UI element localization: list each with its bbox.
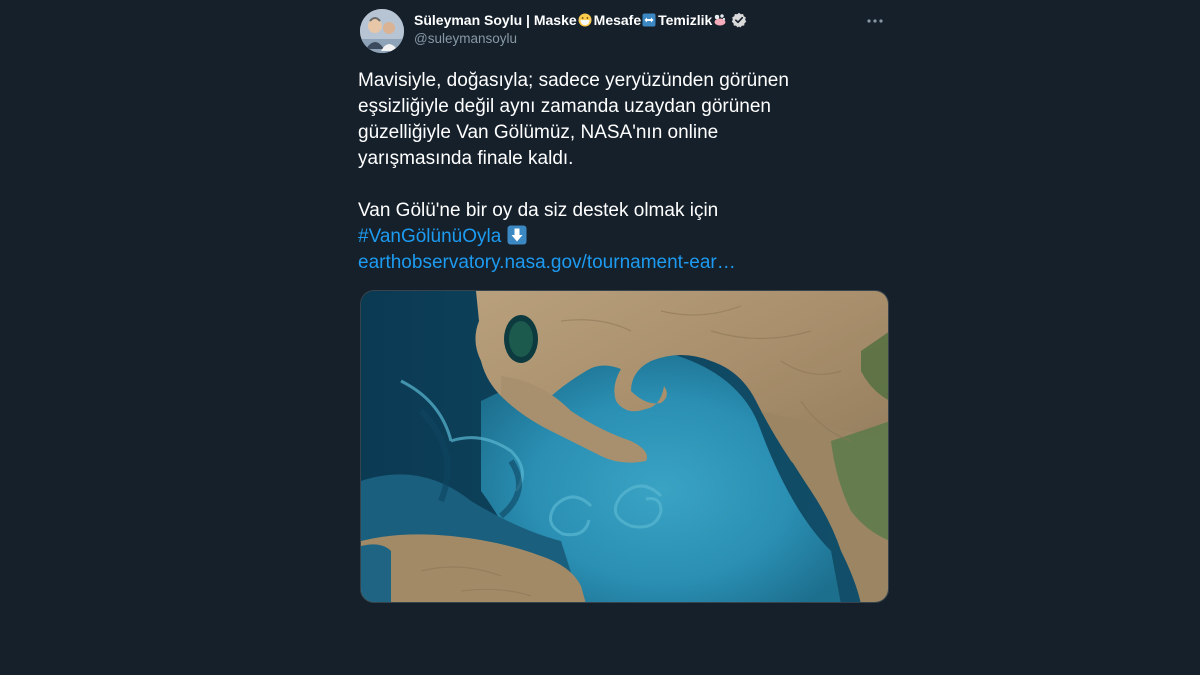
soap-bubbles-emoji	[713, 13, 727, 27]
paragraph-break	[358, 172, 890, 198]
tweet-text-line: Mavisiyle, doğasıyla; sadece yeryüzünden…	[358, 70, 789, 91]
hashtag-link[interactable]: #VanGölünüOyla	[358, 226, 501, 247]
tweet-screen: Süleyman Soylu | Maske Mesafe Temizlik @…	[0, 0, 1200, 675]
name-line[interactable]: Süleyman Soylu | Maske Mesafe Temizlik	[414, 10, 850, 30]
more-options-button[interactable]	[862, 8, 888, 34]
display-name-part-2[interactable]: Mesafe	[594, 12, 641, 28]
tweet-header: Süleyman Soylu | Maske Mesafe Temizlik @…	[358, 6, 890, 58]
user-handle[interactable]: @suleymansoylu	[414, 31, 850, 46]
verified-badge-icon	[731, 12, 747, 28]
user-block: Süleyman Soylu | Maske Mesafe Temizlik @…	[414, 10, 850, 46]
more-options-icon	[867, 19, 883, 23]
url-line: earthobservatory.nasa.gov/tournament-ear…	[358, 250, 890, 276]
tweet-media-image[interactable]	[360, 290, 889, 603]
avatar-image	[360, 9, 404, 53]
tweet-text-line: eşsizliğiyle değil aynı zamanda uzaydan …	[358, 96, 771, 117]
tweet-card: Süleyman Soylu | Maske Mesafe Temizlik @…	[358, 6, 890, 276]
down-arrow-emoji	[507, 225, 527, 245]
tweet-text-line: güzelliğiyle Van Gölümüz, NASA'nın onlin…	[358, 122, 719, 143]
display-name-part-3[interactable]: Temizlik	[658, 12, 712, 28]
avatar[interactable]	[360, 9, 404, 53]
display-name[interactable]: Süleyman Soylu | Maske	[414, 12, 577, 28]
face-with-medical-mask-emoji	[578, 13, 592, 27]
satellite-image	[361, 291, 888, 602]
tweet-text: Mavisiyle, doğasıyla; sadece yeryüzünden…	[358, 68, 890, 276]
external-link[interactable]: earthobservatory.nasa.gov/tournament-ear…	[358, 252, 736, 273]
hashtag-line: #VanGölünüOyla	[358, 224, 890, 250]
left-right-arrow-emoji	[642, 13, 656, 27]
tweet-text-line: yarışmasında finale kaldı.	[358, 148, 574, 169]
tweet-text-line: Van Gölü'ne bir oy da siz destek olmak i…	[358, 200, 719, 221]
